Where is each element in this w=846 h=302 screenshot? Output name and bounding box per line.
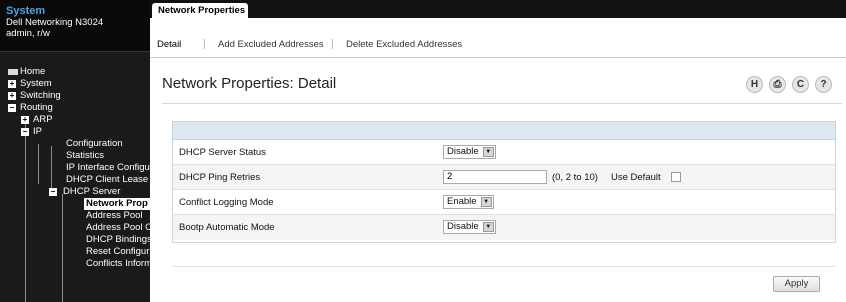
sidebar-item-ip-interface[interactable]: IP Interface Configu xyxy=(0,162,150,174)
conflict-logging-select[interactable]: Enable ▼ xyxy=(443,195,494,209)
sidebar-item-network-properties[interactable]: Network Prop xyxy=(0,198,150,210)
sidebar-item-address-pool-options[interactable]: Address Pool O xyxy=(0,222,150,234)
sidebar-item-statistics[interactable]: Statistics xyxy=(0,150,150,162)
form-row-server-status: DHCP Server Status Disable ▼ xyxy=(173,140,835,165)
panel-header xyxy=(173,122,835,140)
collapse-icon[interactable]: − xyxy=(21,128,29,136)
use-default-label: Use Default xyxy=(611,172,661,183)
form-row-bootp-mode: Bootp Automatic Mode Disable ▼ xyxy=(173,215,835,240)
expand-icon[interactable]: + xyxy=(8,92,16,100)
sidebar-item-ip[interactable]: − IP xyxy=(0,126,150,138)
collapse-icon[interactable]: − xyxy=(8,104,16,112)
tab-network-properties[interactable]: Network Properties xyxy=(152,3,248,18)
sidebar-item-address-pool[interactable]: Address Pool xyxy=(0,210,150,222)
page-title: Network Properties: Detail xyxy=(162,75,337,92)
bootp-mode-select[interactable]: Disable ▼ xyxy=(443,220,496,234)
bootp-mode-label: Bootp Automatic Mode xyxy=(179,222,275,233)
home-icon xyxy=(8,69,18,75)
settings-panel: DHCP Server Status Disable ▼ DHCP Ping R… xyxy=(172,121,836,243)
divider xyxy=(172,266,836,267)
use-default-checkbox[interactable] xyxy=(671,172,681,182)
sidebar-item-conflicts-information[interactable]: Conflicts Inform xyxy=(0,258,150,270)
server-status-select[interactable]: Disable ▼ xyxy=(443,145,496,159)
ping-retries-label: DHCP Ping Retries xyxy=(179,172,261,183)
subtab-detail[interactable]: Detail xyxy=(157,39,181,50)
sidebar-item-system[interactable]: + System xyxy=(0,78,150,90)
sidebar-item-reset-configuration[interactable]: Reset Configur xyxy=(0,246,150,258)
sidebar-header: System Dell Networking N3024 admin, r/w xyxy=(0,0,150,52)
ping-retries-range: (0, 2 to 10) xyxy=(552,172,598,183)
dropdown-arrow-icon[interactable]: ▼ xyxy=(480,197,492,207)
subtab-delete-excluded-addresses[interactable]: Delete Excluded Addresses xyxy=(346,39,462,50)
user-info: admin, r/w xyxy=(6,28,50,39)
refresh-icon[interactable]: C xyxy=(792,76,809,93)
help-icon[interactable]: ? xyxy=(815,76,832,93)
divider xyxy=(162,103,842,104)
navigation-tree: Home + System + Switching − Routing + AR… xyxy=(0,52,150,302)
sidebar-item-routing[interactable]: − Routing xyxy=(0,102,150,114)
subtab-separator xyxy=(204,39,205,49)
sidebar-item-arp[interactable]: + ARP xyxy=(0,114,150,126)
dropdown-arrow-icon[interactable]: ▼ xyxy=(482,222,494,232)
sidebar-item-dhcp-server[interactable]: − DHCP Server xyxy=(0,186,150,198)
device-name: Dell Networking N3024 xyxy=(6,17,104,28)
sidebar-title[interactable]: System xyxy=(6,5,144,17)
server-status-label: DHCP Server Status xyxy=(179,147,266,158)
subtab-add-excluded-addresses[interactable]: Add Excluded Addresses xyxy=(218,39,324,50)
form-row-conflict-logging: Conflict Logging Mode Enable ▼ xyxy=(173,190,835,215)
sidebar-item-configuration[interactable]: Configuration xyxy=(0,138,150,150)
tab-bar: Network Properties xyxy=(150,0,846,18)
expand-icon[interactable]: + xyxy=(8,80,16,88)
subtab-separator xyxy=(332,39,333,49)
collapse-icon[interactable]: − xyxy=(49,188,57,196)
sidebar-item-dhcp-bindings[interactable]: DHCP Bindings xyxy=(0,234,150,246)
save-icon[interactable]: H xyxy=(746,76,763,93)
ping-retries-input[interactable]: 2 xyxy=(443,170,547,184)
sidebar: System Dell Networking N3024 admin, r/w … xyxy=(0,0,150,302)
apply-button[interactable]: Apply xyxy=(773,276,820,292)
form-row-ping-retries: DHCP Ping Retries 2 (0, 2 to 10) Use Def… xyxy=(173,165,835,190)
sidebar-item-home[interactable]: Home xyxy=(0,66,150,78)
dropdown-arrow-icon[interactable]: ▼ xyxy=(482,147,494,157)
expand-icon[interactable]: + xyxy=(21,116,29,124)
sidebar-item-dhcp-client-lease[interactable]: DHCP Client Lease xyxy=(0,174,150,186)
sidebar-item-switching[interactable]: + Switching xyxy=(0,90,150,102)
print-icon[interactable]: ⎙ xyxy=(769,76,786,93)
conflict-logging-label: Conflict Logging Mode xyxy=(179,197,274,208)
subtab-bar: Detail Add Excluded Addresses Delete Exc… xyxy=(150,18,846,58)
